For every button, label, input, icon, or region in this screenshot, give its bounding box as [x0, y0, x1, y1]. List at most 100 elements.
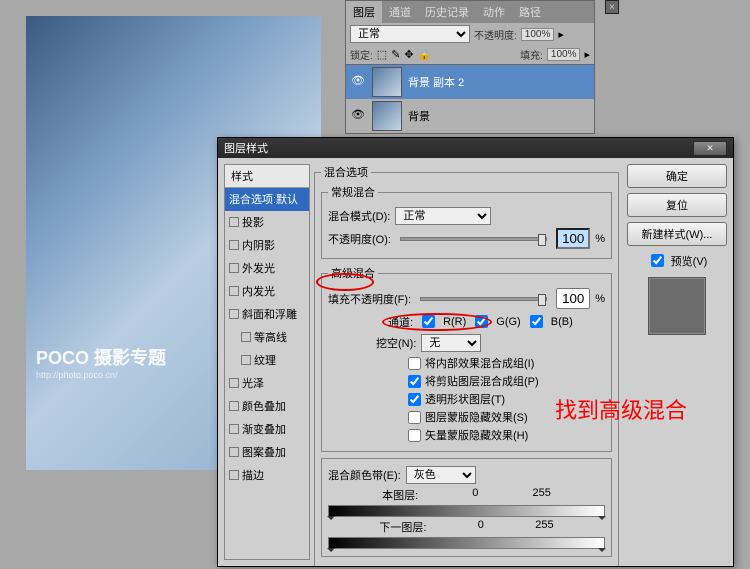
fill-opacity-label: 填充不透明度(F):: [328, 291, 411, 307]
style-item-label: 混合选项:默认: [229, 191, 298, 207]
preview-checkbox[interactable]: [651, 254, 664, 267]
channel-r-label: R(R): [443, 316, 466, 328]
advanced-checkbox[interactable]: [408, 375, 421, 388]
dialog-close-button[interactable]: ✕: [693, 141, 727, 156]
advanced-checkbox[interactable]: [408, 393, 421, 406]
opacity-input[interactable]: [556, 228, 590, 249]
checkbox-icon[interactable]: [241, 332, 251, 342]
lock-label: 锁定:: [350, 47, 373, 62]
blend-options-pane: 混合选项 常规混合 混合模式(D): 正常 不透明度(O): % 高: [310, 158, 623, 566]
layer-row[interactable]: 👁 背景: [346, 99, 594, 133]
lock-brush-icon[interactable]: ✎: [391, 48, 400, 61]
style-item-label: 光泽: [242, 375, 264, 391]
advanced-option: 矢量蒙版隐藏效果(H): [408, 427, 605, 443]
checkbox-icon[interactable]: [229, 378, 239, 388]
advanced-checkbox[interactable]: [408, 357, 421, 370]
this-layer-slider[interactable]: [328, 505, 605, 517]
channel-r-checkbox[interactable]: [422, 315, 435, 328]
checkbox-icon[interactable]: [229, 447, 239, 457]
fill-label: 填充:: [520, 47, 543, 62]
blend-if-dropdown[interactable]: 灰色: [406, 466, 476, 484]
style-item-label: 斜面和浮雕: [242, 306, 297, 322]
style-item[interactable]: 光泽: [225, 372, 309, 395]
fill-value[interactable]: 100%: [547, 48, 581, 61]
tab-layers[interactable]: 图层: [346, 1, 382, 23]
style-item[interactable]: 内发光: [225, 280, 309, 303]
lock-move-icon[interactable]: ✥: [404, 48, 413, 61]
chevron-down-icon[interactable]: ▸: [558, 28, 564, 41]
advanced-legend: 高级混合: [328, 265, 378, 281]
percent-label: %: [595, 293, 605, 305]
advanced-option: 将剪贴图层混合成组(P): [408, 373, 605, 389]
lock-all-icon[interactable]: 🔒: [418, 48, 432, 61]
fill-opacity-slider[interactable]: [420, 297, 547, 301]
checkbox-icon[interactable]: [229, 424, 239, 434]
style-item[interactable]: 内阴影: [225, 234, 309, 257]
dialog-title: 图层样式: [224, 140, 268, 156]
checkbox-icon[interactable]: [229, 263, 239, 273]
checkbox-icon[interactable]: [229, 286, 239, 296]
blend-mode-dropdown[interactable]: 正常: [395, 207, 491, 225]
style-item[interactable]: 颜色叠加: [225, 395, 309, 418]
style-item[interactable]: 混合选项:默认: [225, 188, 309, 211]
checkbox-icon[interactable]: [241, 355, 251, 365]
channel-b-checkbox[interactable]: [530, 315, 543, 328]
chevron-down-icon[interactable]: ▸: [584, 48, 590, 61]
knockout-dropdown[interactable]: 无: [421, 334, 481, 352]
eye-icon[interactable]: 👁: [350, 108, 366, 124]
channel-g-checkbox[interactable]: [475, 315, 488, 328]
style-item[interactable]: 渐变叠加: [225, 418, 309, 441]
new-style-button[interactable]: 新建样式(W)...: [627, 222, 727, 246]
style-item[interactable]: 纹理: [225, 349, 309, 372]
dialog-buttons: 确定 复位 新建样式(W)... 预览(V): [623, 158, 733, 566]
ok-button[interactable]: 确定: [627, 164, 727, 188]
tab-history[interactable]: 历史记录: [418, 1, 476, 23]
checkbox-icon[interactable]: [229, 309, 239, 319]
watermark: POCO 摄影专题 http://photo.poco.cn/: [26, 340, 176, 470]
checkbox-icon[interactable]: [229, 240, 239, 250]
blend-mode-select[interactable]: 正常: [350, 25, 470, 43]
channels-label: 通道:: [388, 314, 413, 330]
style-item-label: 颜色叠加: [242, 398, 286, 414]
layer-row[interactable]: 👁 背景 副本 2: [346, 65, 594, 99]
advanced-check-label: 将剪贴图层混合成组(P): [425, 373, 539, 389]
under-layer-slider[interactable]: [328, 537, 605, 549]
advanced-checkbox[interactable]: [408, 429, 421, 442]
style-item-label: 等高线: [254, 329, 287, 345]
tab-actions[interactable]: 动作: [476, 1, 512, 23]
advanced-check-label: 将内部效果混合成组(I): [425, 355, 534, 371]
style-item-label: 纹理: [254, 352, 276, 368]
blend-options-fieldset: 混合选项 常规混合 混合模式(D): 正常 不透明度(O): % 高: [314, 164, 619, 566]
style-item[interactable]: 图案叠加: [225, 441, 309, 464]
blend-if-label: 混合颜色带(E):: [328, 467, 401, 483]
style-item[interactable]: 外发光: [225, 257, 309, 280]
channel-b-label: B(B): [551, 316, 573, 328]
blend-options-legend: 混合选项: [321, 164, 371, 180]
layer-style-dialog: 图层样式 ✕ 样式 混合选项:默认投影内阴影外发光内发光斜面和浮雕等高线纹理光泽…: [217, 137, 734, 567]
channel-g-label: G(G): [496, 316, 520, 328]
dialog-titlebar[interactable]: 图层样式 ✕: [218, 138, 733, 158]
blend-if-fieldset: 混合颜色带(E): 灰色 本图层:0255 下一图层:0255: [321, 458, 612, 557]
lock-transparent-icon[interactable]: ⬚: [377, 48, 387, 61]
advanced-checkbox[interactable]: [408, 411, 421, 424]
eye-icon[interactable]: 👁: [350, 74, 366, 90]
style-item[interactable]: 投影: [225, 211, 309, 234]
checkbox-icon[interactable]: [229, 401, 239, 411]
opacity-value[interactable]: 100%: [521, 28, 555, 41]
style-item[interactable]: 斜面和浮雕: [225, 303, 309, 326]
checkbox-icon[interactable]: [229, 217, 239, 227]
tab-channels[interactable]: 通道: [382, 1, 418, 23]
styles-list: 样式 混合选项:默认投影内阴影外发光内发光斜面和浮雕等高线纹理光泽颜色叠加渐变叠…: [224, 164, 310, 560]
advanced-option: 将内部效果混合成组(I): [408, 355, 605, 371]
style-item-label: 内发光: [242, 283, 275, 299]
cancel-button[interactable]: 复位: [627, 193, 727, 217]
opacity-slider[interactable]: [400, 237, 547, 241]
checkbox-icon[interactable]: [229, 470, 239, 480]
style-item[interactable]: 描边: [225, 464, 309, 487]
styles-header[interactable]: 样式: [225, 165, 309, 188]
style-item-label: 投影: [242, 214, 264, 230]
style-item[interactable]: 等高线: [225, 326, 309, 349]
tab-paths[interactable]: 路径: [512, 1, 548, 23]
close-icon[interactable]: ×: [605, 0, 619, 14]
fill-opacity-input[interactable]: [556, 288, 590, 309]
